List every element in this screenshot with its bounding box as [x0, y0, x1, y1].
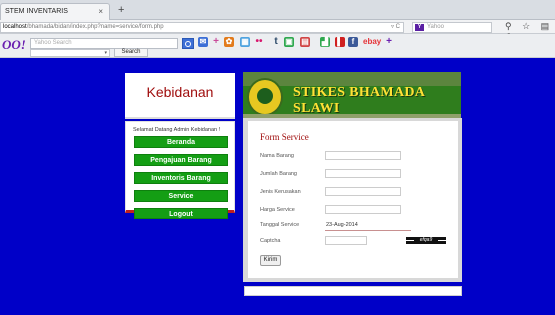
yahoo-toolbar: OO! Yahoo Search ✉ + ✿ ▦ •• t ▣ ▤ ▟ ▌ f ebay + ▾ Sea…	[0, 34, 555, 58]
menu-beranda[interactable]: Beranda	[134, 136, 228, 148]
jumlah-barang-input[interactable]	[325, 169, 401, 178]
tab-bar: STEM INVENTARIS × +	[0, 0, 555, 20]
toolbar-search-icon[interactable]	[182, 38, 194, 49]
flickr-icon[interactable]: ••	[254, 37, 264, 47]
jenis-kerusakan-input[interactable]	[325, 187, 401, 196]
add-icon[interactable]: +	[384, 37, 394, 47]
yahoo-logo[interactable]: OO!	[2, 37, 26, 53]
form-title: Form Service	[260, 132, 309, 142]
nama-barang-input[interactable]	[325, 151, 401, 160]
browser-search-input[interactable]: Y Yahoo	[412, 22, 492, 33]
calendar-icon[interactable]: ▤	[300, 37, 310, 47]
navigation-bar: localhost/bhamada/bidan/index.php?name=s…	[0, 20, 555, 42]
chart-icon[interactable]: ▟	[320, 37, 330, 47]
label-nama-barang: Nama Barang	[260, 153, 294, 159]
sidebar-header: Kebidanan	[125, 73, 235, 119]
welcome-text: Selamat Datang Admin Kebidanan !	[133, 127, 221, 133]
new-tab-button[interactable]: +	[118, 3, 124, 17]
url-bar[interactable]: localhost/bhamada/bidan/index.php?name=s…	[0, 22, 404, 33]
menu-pengajuan-barang[interactable]: Pengajuan Barang	[134, 154, 228, 166]
mail-icon[interactable]: ✉	[198, 37, 208, 47]
url-host: localhost	[3, 24, 27, 30]
campus-logo	[247, 78, 283, 116]
harga-service-input[interactable]	[325, 205, 401, 214]
label-harga-service: Harga Service	[260, 207, 295, 213]
service-form: Form Service Nama Barang Jumlah Barang J…	[248, 121, 458, 278]
plus-icon[interactable]: +	[211, 37, 221, 47]
search-button[interactable]: Search	[114, 48, 148, 57]
tumblr-icon[interactable]: t	[271, 37, 281, 47]
menu-service[interactable]: Service	[134, 190, 228, 202]
ebay-icon[interactable]: ebay	[363, 37, 381, 47]
reload-icon[interactable]: ▿ C	[391, 23, 400, 32]
yahoo-search-icon: Y	[415, 24, 424, 31]
bookmark-icon[interactable]: ▌	[335, 37, 345, 47]
sidebar-menu: Selamat Datang Admin Kebidanan ! Beranda…	[125, 121, 235, 219]
toolbar-search-input[interactable]: Yahoo Search	[30, 38, 178, 49]
menu-logout[interactable]: Logout	[134, 208, 228, 219]
chevron-down-icon: ▾	[104, 50, 107, 56]
browser-search-placeholder: Yahoo	[427, 24, 444, 30]
banner-title: STIKES BHAMADA SLAWI	[293, 85, 425, 116]
captcha-input[interactable]	[325, 236, 367, 245]
captcha-image: efqa9	[406, 237, 446, 244]
kirim-button[interactable]: Kirim	[260, 255, 281, 266]
tanggal-service-value[interactable]: 23-Aug-2014	[326, 222, 358, 228]
label-captcha: Captcha	[260, 238, 281, 244]
pinwheel-icon[interactable]: ✿	[224, 37, 234, 47]
image-icon[interactable]: ▦	[240, 37, 250, 47]
news-icon[interactable]: ▣	[284, 37, 294, 47]
footer-bar	[244, 286, 462, 296]
search-scope-select[interactable]: ▾	[30, 49, 110, 57]
menu-inventoris-barang[interactable]: Inventoris Barang	[134, 172, 228, 184]
browser-tab[interactable]: STEM INVENTARIS ×	[0, 3, 110, 20]
tab-close-icon[interactable]: ×	[98, 4, 103, 19]
tab-title: STEM INVENTARIS	[5, 8, 68, 15]
date-underline	[325, 230, 411, 231]
label-jumlah-barang: Jumlah Barang	[260, 171, 297, 177]
url-path: /bhamada/bidan/index.php?name=service/fo…	[26, 24, 164, 30]
label-tanggal-service: Tanggal Service	[260, 222, 300, 228]
label-jenis-kerusakan: Jenis Kerusakan	[260, 189, 301, 195]
facebook-icon[interactable]: f	[348, 37, 358, 47]
header-banner: STIKES BHAMADA SLAWI	[243, 72, 461, 121]
site-title: Kebidanan	[146, 84, 214, 100]
